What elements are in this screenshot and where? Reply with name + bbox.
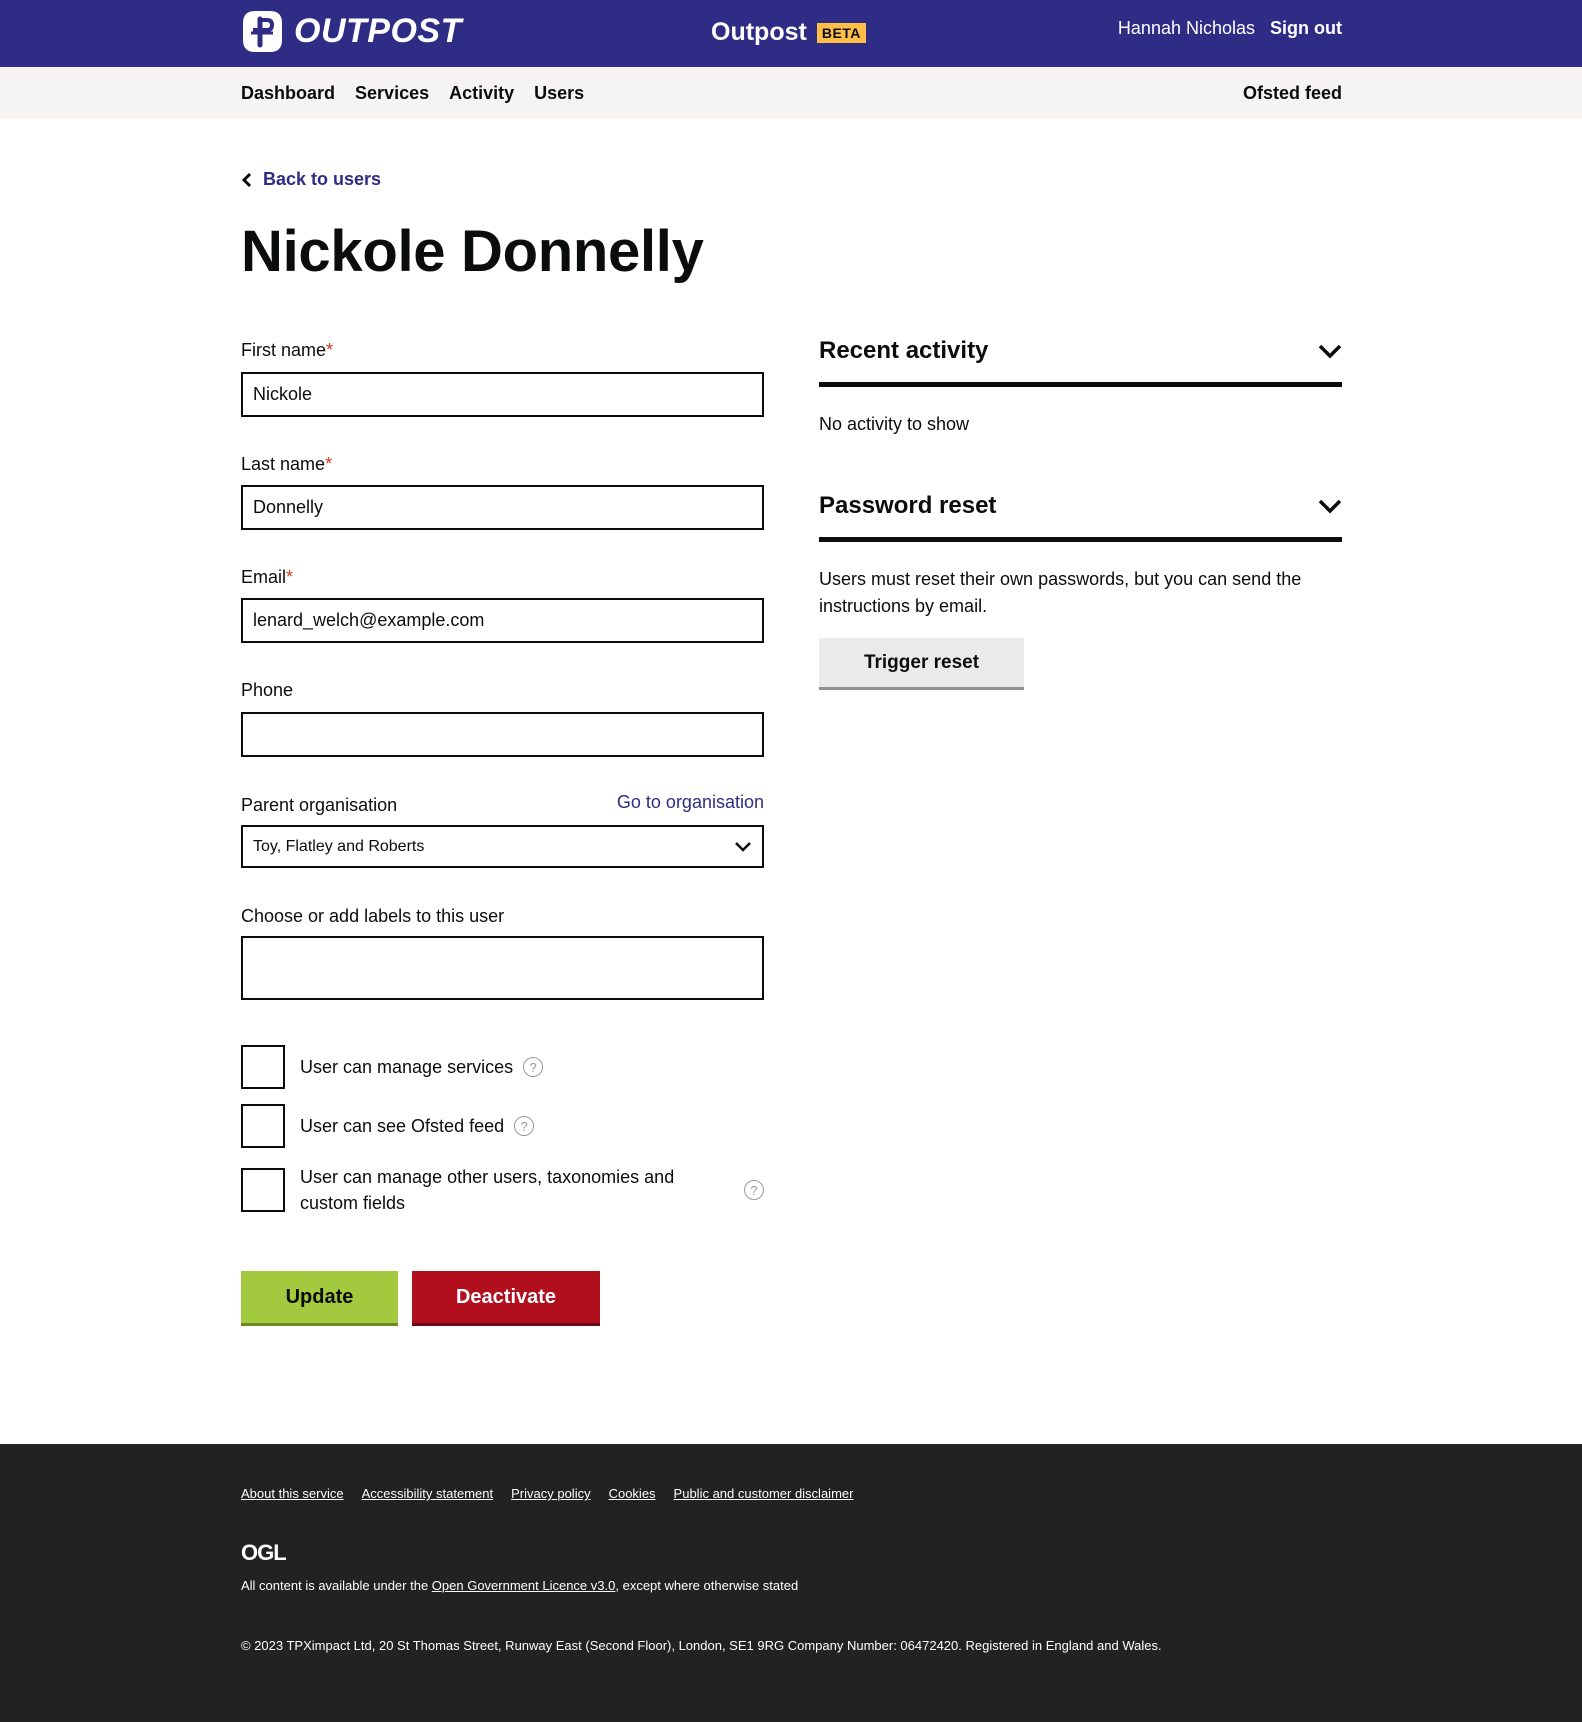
site-header: OUTPOST Outpost BETA Hannah Nicholas Sig… xyxy=(0,0,1582,67)
footer-link-accessibility[interactable]: Accessibility statement xyxy=(362,1486,494,1501)
phone-input[interactable] xyxy=(241,712,764,757)
footer-links: About this service Accessibility stateme… xyxy=(241,1486,853,1501)
footer-link-privacy[interactable]: Privacy policy xyxy=(511,1486,590,1501)
help-icon[interactable]: ? xyxy=(514,1116,535,1136)
outpost-logo[interactable]: OUTPOST xyxy=(241,8,462,55)
email-label-text: Email xyxy=(241,567,287,587)
labels-label: Choose or add labels to this user xyxy=(241,906,505,926)
manage-users-checkbox[interactable] xyxy=(241,1168,285,1212)
nav-item-activity[interactable]: Activity xyxy=(449,83,514,104)
beta-badge: BETA xyxy=(816,22,866,43)
copyright-text: © 2023 TPXimpact Ltd, 20 St Thomas Stree… xyxy=(241,1638,1162,1653)
current-user-name: Hannah Nicholas xyxy=(1117,18,1256,38)
labels-input[interactable] xyxy=(241,936,764,1000)
first-name-value: Nickole xyxy=(253,384,313,404)
nav-item-users[interactable]: Users xyxy=(534,83,584,104)
checkbox-row-manage-services: User can manage services ? xyxy=(241,1045,764,1089)
nav-item-ofsted-feed[interactable]: Ofsted feed xyxy=(1243,83,1342,104)
parent-organisation-select[interactable]: Toy, Flatley and Roberts xyxy=(241,825,764,868)
ogl-logo: OGL xyxy=(241,1540,287,1565)
outpost-logo-icon xyxy=(243,11,282,52)
back-to-users-link[interactable]: Back to users xyxy=(241,169,381,190)
manage-services-checkbox[interactable] xyxy=(241,1045,285,1089)
password-reset-title: Password reset xyxy=(819,492,997,519)
service-name: Outpost BETA xyxy=(711,18,866,47)
password-reset-description: Users must reset their own passwords, bu… xyxy=(819,569,1302,616)
licence-link[interactable]: Open Government Licence v3.0 xyxy=(432,1578,616,1593)
last-name-input[interactable]: Donnelly xyxy=(241,485,764,530)
required-marker: * xyxy=(326,340,334,360)
back-link-label: Back to users xyxy=(263,169,382,189)
email-input[interactable]: lenard_welch@example.com xyxy=(241,598,764,643)
section-divider xyxy=(819,382,1342,387)
nav-item-dashboard[interactable]: Dashboard xyxy=(241,83,335,104)
help-icon[interactable]: ? xyxy=(523,1057,544,1077)
nav-item-services[interactable]: Services xyxy=(355,83,429,104)
manage-services-label: User can manage services xyxy=(300,1057,514,1077)
trigger-reset-button[interactable]: Trigger reset xyxy=(819,638,1024,687)
checkbox-row-ofsted-feed: User can see Ofsted feed ? xyxy=(241,1104,764,1148)
licence-prefix: All content is available under the xyxy=(241,1578,432,1593)
ofsted-feed-checkbox[interactable] xyxy=(241,1104,285,1148)
main-nav: Dashboard Services Activity Users Ofsted… xyxy=(0,67,1582,119)
required-marker: * xyxy=(286,567,294,587)
first-name-input[interactable]: Nickole xyxy=(241,372,764,417)
recent-activity-header[interactable]: Recent activity xyxy=(819,337,1342,365)
manage-users-label: User can manage other users, taxonomies … xyxy=(300,1167,675,1213)
licence-text: All content is available under the Open … xyxy=(241,1578,798,1593)
licence-suffix: , except where otherwise stated xyxy=(615,1578,799,1593)
chevron-left-icon xyxy=(241,172,252,187)
last-name-label: Last name* xyxy=(241,454,332,475)
footer-link-disclaimer[interactable]: Public and customer disclaimer xyxy=(674,1486,854,1501)
parent-organisation-value: Toy, Flatley and Roberts xyxy=(253,837,425,855)
last-name-value: Donnelly xyxy=(253,497,324,517)
first-name-label: First name* xyxy=(241,340,333,361)
logo-text: OUTPOST xyxy=(294,12,462,50)
chevron-down-icon xyxy=(1318,499,1342,514)
page-title: Nickole Donnelly xyxy=(241,219,704,284)
go-to-organisation-link[interactable]: Go to organisation xyxy=(617,792,764,813)
user-area: Hannah Nicholas Sign out xyxy=(1118,18,1342,39)
recent-activity-title: Recent activity xyxy=(819,337,989,364)
parent-organisation-label: Parent organisation xyxy=(241,795,398,815)
update-button[interactable]: Update xyxy=(241,1271,398,1323)
required-marker: * xyxy=(325,454,333,474)
footer-link-cookies[interactable]: Cookies xyxy=(609,1486,656,1501)
footer-link-about[interactable]: About this service xyxy=(241,1486,344,1501)
first-name-label-text: First name xyxy=(241,340,327,360)
ofsted-feed-label: User can see Ofsted feed xyxy=(300,1116,505,1136)
last-name-label-text: Last name xyxy=(241,454,326,474)
deactivate-button[interactable]: Deactivate xyxy=(412,1271,600,1323)
email-value: lenard_welch@example.com xyxy=(253,610,485,630)
help-icon[interactable]: ? xyxy=(744,1180,764,1200)
phone-label: Phone xyxy=(241,680,294,700)
section-divider xyxy=(819,537,1342,542)
sign-out-link[interactable]: Sign out xyxy=(1270,18,1342,39)
site-footer: About this service Accessibility stateme… xyxy=(0,1444,1582,1722)
no-activity-text: No activity to show xyxy=(819,414,970,434)
chevron-down-icon xyxy=(1318,344,1342,359)
checkbox-row-manage-users: User can manage other users, taxonomies … xyxy=(241,1164,764,1216)
password-reset-header[interactable]: Password reset xyxy=(819,492,1342,520)
chevron-down-icon xyxy=(735,841,751,852)
email-label: Email* xyxy=(241,567,293,588)
service-title: Outpost xyxy=(711,18,807,46)
